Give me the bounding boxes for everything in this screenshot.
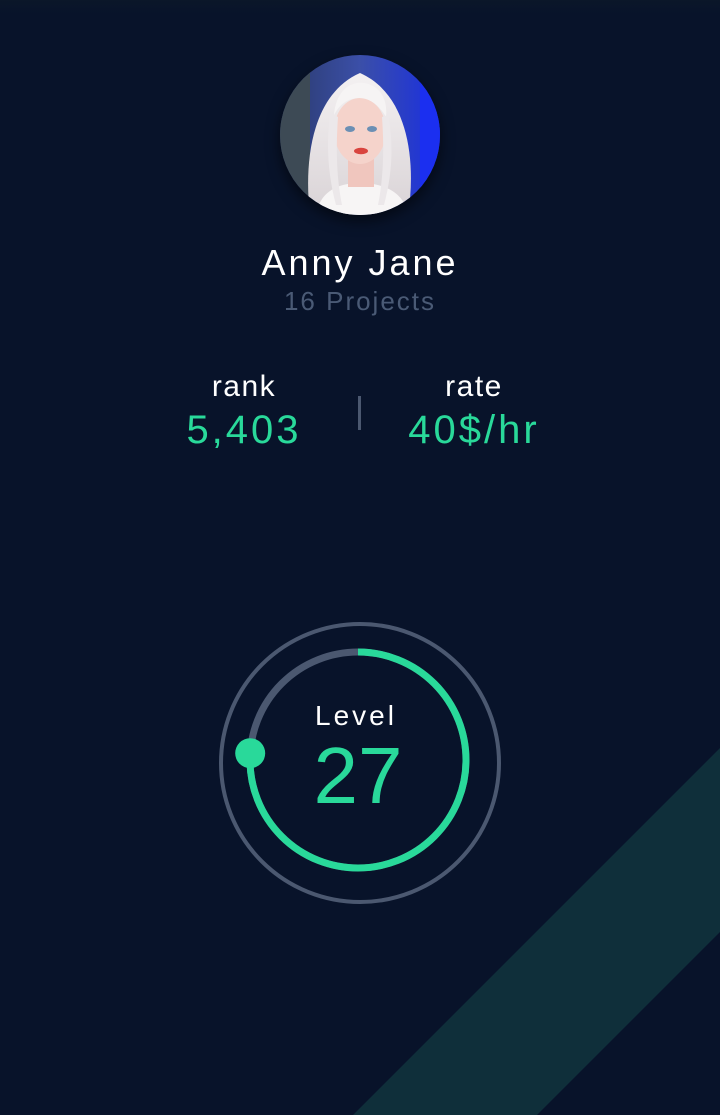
projects-count[interactable]: 16 Projects [0,286,720,317]
avatar-image [280,55,440,215]
level-label: Level [315,700,397,731]
rate-label: rate [445,370,503,403]
rank-label: rank [211,370,277,403]
level-value: 27 [313,731,403,820]
rate-value: 40$/hr [408,408,540,452]
avatar[interactable] [280,55,440,215]
rank-value: 5,403 [186,408,302,452]
profile-screen: Anny Jane 16 Projects rank 5,403 rate 40… [0,0,720,1115]
profile-name: Anny Jane [261,242,459,283]
